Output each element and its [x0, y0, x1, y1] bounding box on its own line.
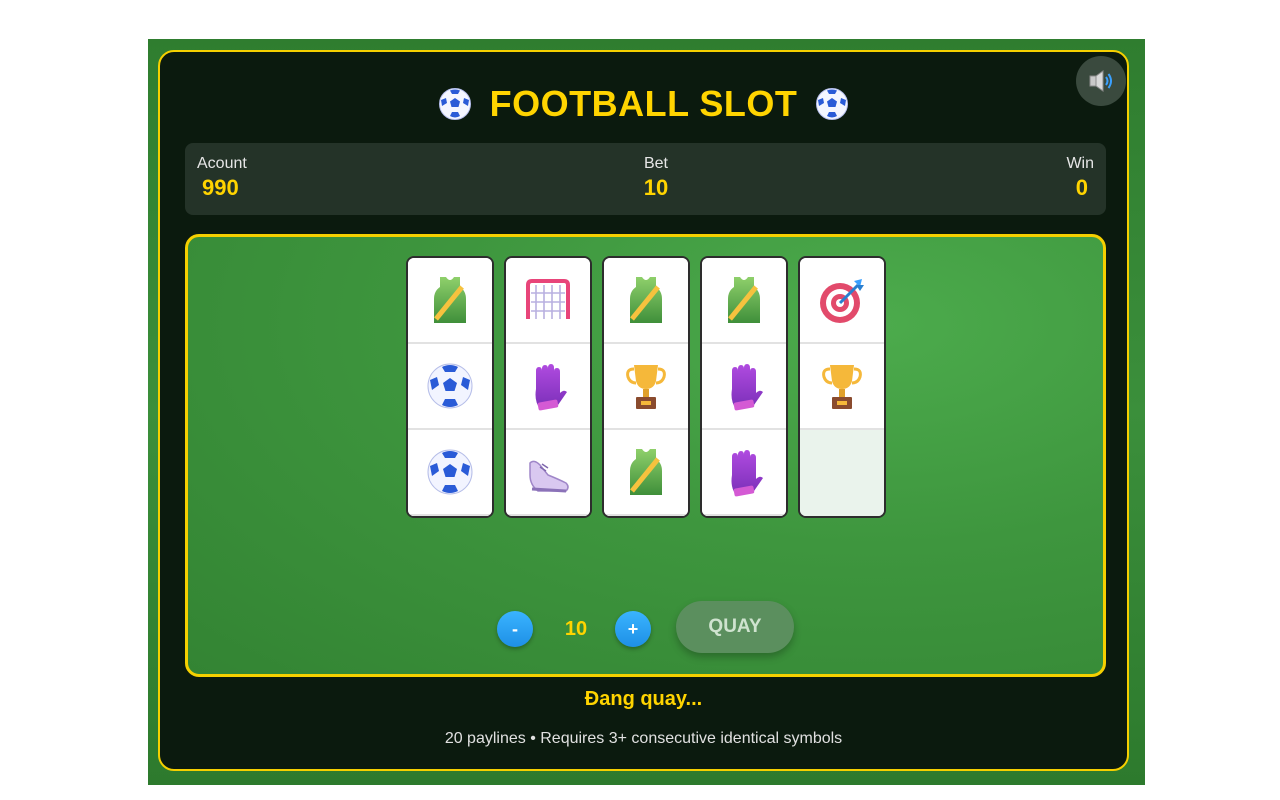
reel-cell: [604, 258, 688, 344]
reel-cell: [604, 430, 688, 516]
bet-stat: Bet 10: [635, 155, 677, 201]
account-label: Acount: [197, 155, 247, 172]
bet-value: 10: [643, 175, 669, 200]
reel-1: [406, 256, 494, 518]
reel-3: [602, 256, 690, 518]
reel-5: [798, 256, 886, 518]
controls-row: - 10 + QUAY: [188, 601, 1103, 657]
soccer-ball-icon: [438, 88, 471, 120]
reel-cell: [506, 430, 590, 516]
sneaker-icon: [529, 460, 569, 493]
reel-cell: [506, 258, 590, 344]
account-stat: Acount 990: [197, 155, 247, 201]
reel-4: [700, 256, 788, 518]
bet-amount-display: 10: [564, 618, 588, 640]
jersey-icon: [728, 277, 760, 323]
spin-button[interactable]: QUAY: [676, 601, 794, 653]
game-frame: FOOTBALL SLOT Acount 990 Bet 10 Win 0 - …: [148, 39, 1145, 785]
reel-cell: [800, 344, 884, 430]
reel-cell: [702, 258, 786, 344]
goal-net-icon: [526, 279, 570, 319]
win-label: Win: [1066, 155, 1094, 172]
reel-cell: [408, 258, 492, 344]
jersey-icon: [630, 449, 662, 495]
reel-cell: [506, 344, 590, 430]
soccer-ball-icon: [427, 449, 473, 495]
reel-cell: [408, 430, 492, 516]
reel-cell: [408, 344, 492, 430]
reel-cell: [800, 258, 884, 344]
reel-cell: [702, 344, 786, 430]
bet-label: Bet: [643, 155, 668, 172]
reel-cell-empty: [800, 430, 884, 516]
increase-bet-button[interactable]: +: [615, 611, 651, 647]
reel-cell: [702, 430, 786, 516]
win-value: 0: [1075, 175, 1088, 200]
decrease-bet-button[interactable]: -: [497, 611, 533, 647]
stats-bar: Acount 990 Bet 10 Win 0: [185, 143, 1106, 215]
trophy-icon: [822, 365, 862, 409]
paylines-info: 20 paylines • Requires 3+ consecutive id…: [444, 730, 843, 747]
account-value: 990: [202, 175, 239, 200]
status-message: Đang quay...: [584, 688, 703, 710]
trophy-icon: [626, 365, 666, 409]
goalkeeper-glove-icon: [731, 364, 763, 411]
soccer-ball-icon: [816, 88, 849, 120]
page-title: FOOTBALL SLOT: [489, 83, 798, 124]
jersey-icon: [630, 277, 662, 323]
reel-cell: [604, 344, 688, 430]
target-icon: [820, 279, 864, 323]
slot-cabinet: FOOTBALL SLOT Acount 990 Bet 10 Win 0 - …: [158, 50, 1129, 771]
goalkeeper-glove-icon: [731, 450, 763, 497]
title-row: FOOTBALL SLOT: [160, 82, 1127, 126]
win-stat: Win 0: [1066, 155, 1094, 201]
reel-2: [504, 256, 592, 518]
goalkeeper-glove-icon: [535, 364, 567, 411]
reels-container: [406, 256, 886, 518]
jersey-icon: [434, 277, 466, 323]
reel-field: - 10 + QUAY: [185, 234, 1106, 677]
soccer-ball-icon: [427, 363, 473, 409]
